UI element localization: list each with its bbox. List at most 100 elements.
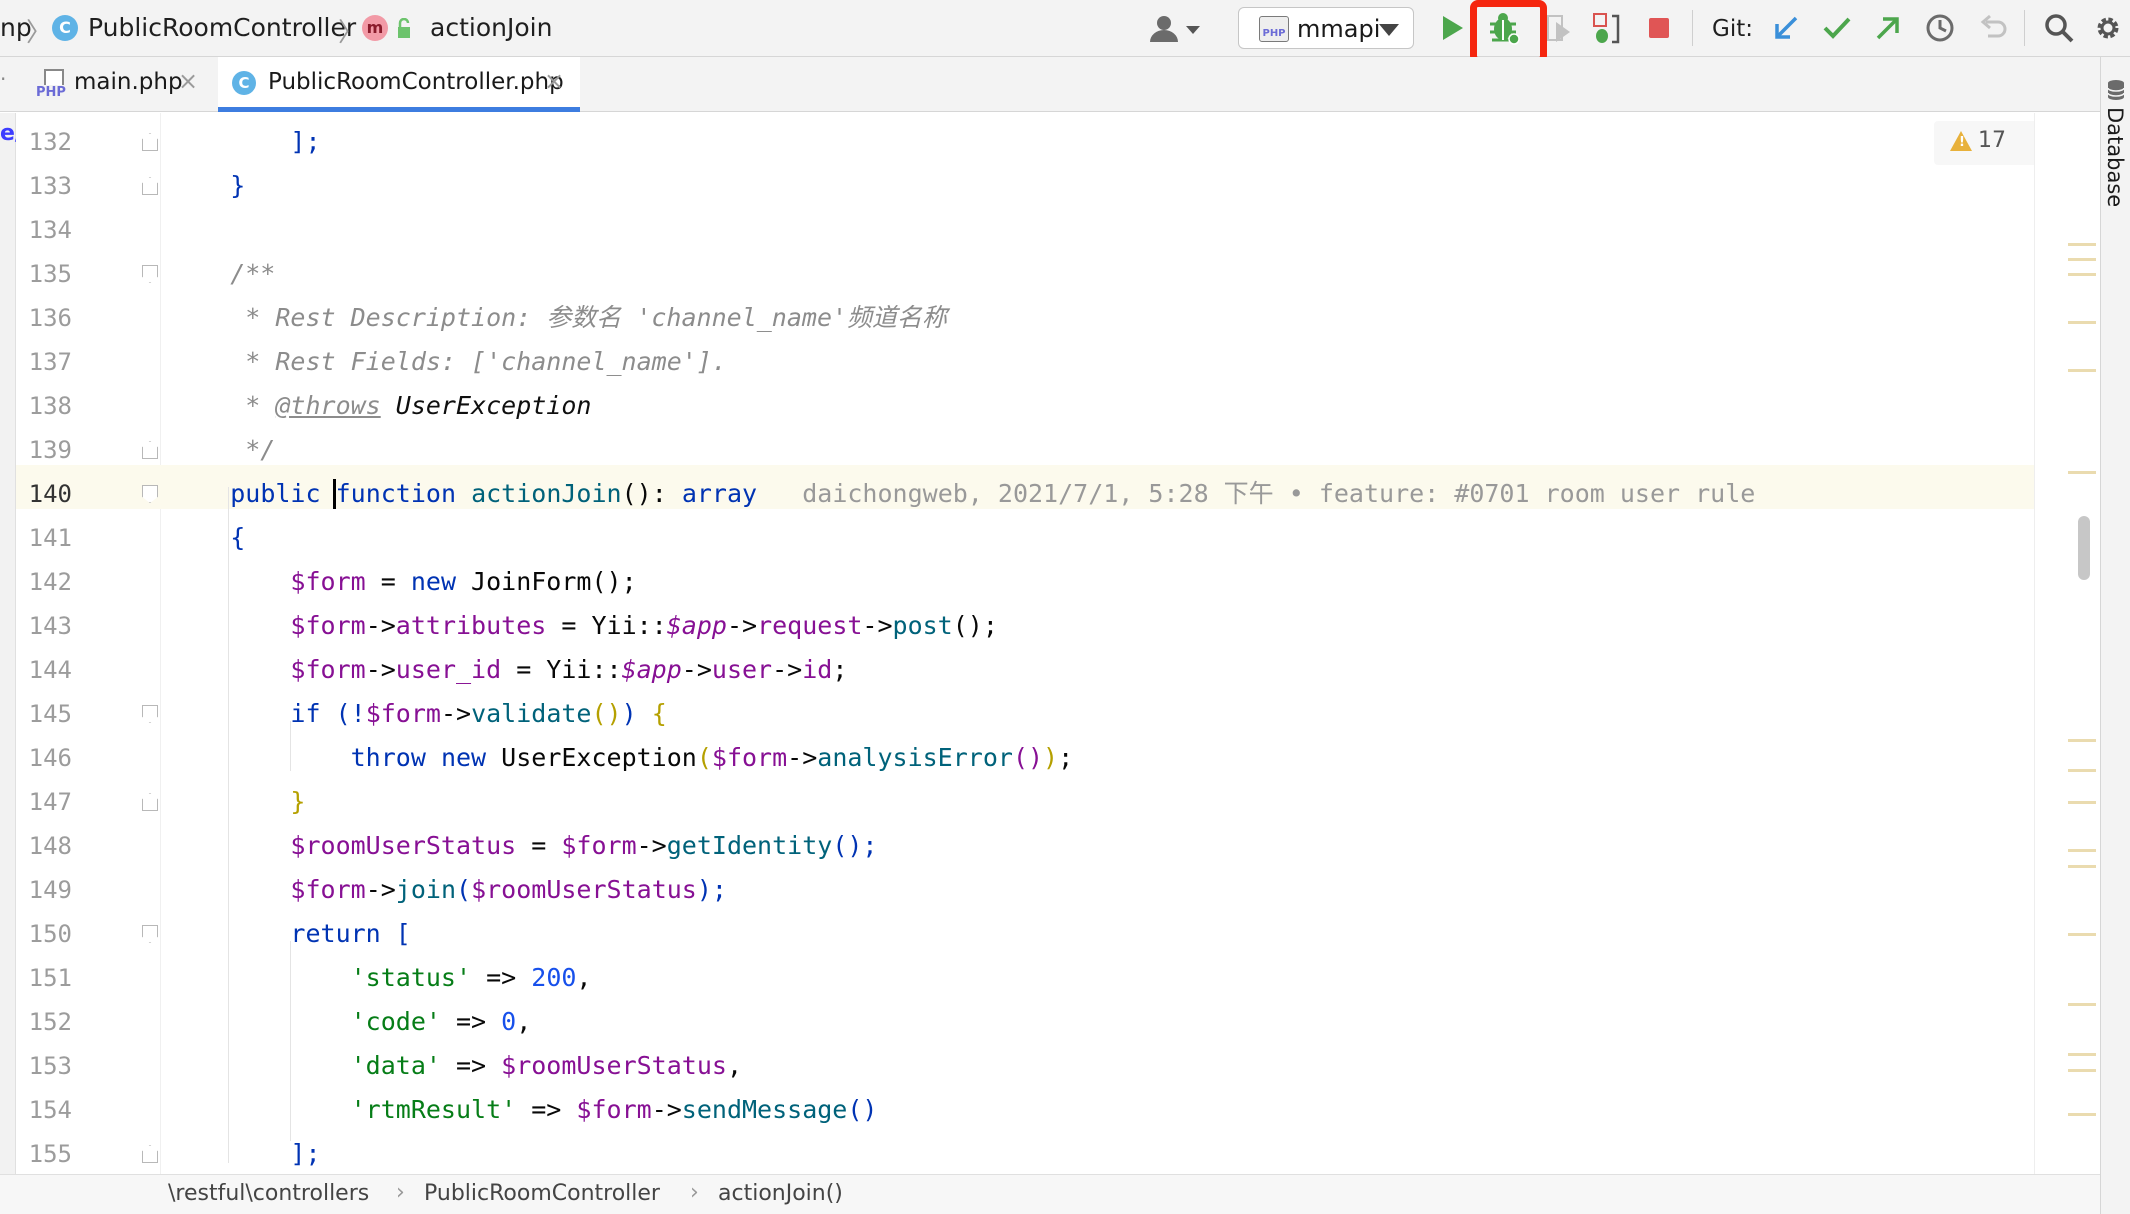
code-line-155[interactable]: ];: [170, 1132, 320, 1174]
error-stripe-mark[interactable]: [2068, 321, 2096, 324]
git-update-icon[interactable]: [1772, 14, 1800, 42]
line-number[interactable]: 152: [16, 1000, 72, 1044]
line-number[interactable]: 147: [16, 780, 72, 824]
database-panel-tab[interactable]: Database: [2103, 107, 2127, 207]
fold-open-icon[interactable]: [142, 705, 158, 723]
error-stripe-mark[interactable]: [2068, 739, 2096, 742]
error-stripe-mark[interactable]: [2068, 1113, 2096, 1116]
breadcrumb-class[interactable]: PublicRoomController: [88, 13, 356, 43]
error-stripe-mark[interactable]: [2068, 865, 2096, 868]
line-number[interactable]: 149: [16, 868, 72, 912]
code-line-153[interactable]: 'data' => $roomUserStatus,: [170, 1044, 742, 1088]
rollback-icon[interactable]: [1978, 14, 2008, 42]
error-stripe-mark[interactable]: [2068, 1069, 2096, 1072]
fold-close-icon[interactable]: [142, 441, 158, 459]
breadcrumb-method[interactable]: actionJoin(): [718, 1181, 843, 1206]
code-line-149[interactable]: $form->join($roomUserStatus);: [170, 868, 727, 912]
line-number[interactable]: 154: [16, 1088, 72, 1132]
code-line-141[interactable]: {: [170, 516, 245, 560]
fold-close-icon[interactable]: [142, 177, 158, 195]
code-line-144[interactable]: $form->user_id = Yii::$app->user->id;: [170, 648, 847, 692]
scrollbar-thumb[interactable]: [2078, 516, 2090, 580]
breadcrumb-class[interactable]: PublicRoomController: [424, 1181, 660, 1206]
fold-open-icon[interactable]: [142, 485, 158, 503]
breadcrumb-namespace[interactable]: \restful\controllers: [168, 1181, 369, 1206]
code-line-133[interactable]: }: [170, 164, 245, 208]
code-line-146[interactable]: throw new UserException($form->analysisE…: [170, 736, 1074, 780]
history-icon[interactable]: [1925, 13, 1955, 43]
fold-open-icon[interactable]: [142, 925, 158, 943]
line-number[interactable]: 150: [16, 912, 72, 956]
line-number[interactable]: 151: [16, 956, 72, 1000]
fold-close-icon[interactable]: [142, 1145, 158, 1163]
run-configuration-select[interactable]: PHP mmapi: [1238, 7, 1414, 49]
error-stripe-mark[interactable]: [2068, 273, 2096, 276]
line-number[interactable]: 134: [16, 208, 72, 252]
line-number[interactable]: 142: [16, 560, 72, 604]
line-number[interactable]: 141: [16, 516, 72, 560]
git-push-icon[interactable]: [1874, 14, 1902, 42]
code-line-145[interactable]: if (!$form->validate()) {: [170, 692, 666, 736]
line-number[interactable]: 133: [16, 164, 72, 208]
line-number[interactable]: 155: [16, 1132, 72, 1174]
error-stripe-mark[interactable]: [2068, 369, 2096, 372]
error-stripe-mark[interactable]: [2068, 243, 2096, 246]
error-stripe-mark[interactable]: [2068, 1053, 2096, 1056]
line-number[interactable]: 144: [16, 648, 72, 692]
fold-open-icon[interactable]: [142, 265, 158, 283]
code-line-136[interactable]: * Rest Description: 参数名 'channel_name'频道…: [170, 296, 947, 340]
code-editor[interactable]: e/ 132 133 134 135 136 137 138 139 140 141 142 143 1…: [0, 113, 2100, 1174]
git-commit-icon[interactable]: [1822, 14, 1852, 42]
line-number[interactable]: 143: [16, 604, 72, 648]
search-icon[interactable]: [2044, 13, 2074, 43]
error-stripe-mark[interactable]: [2068, 769, 2096, 772]
code-line-137[interactable]: * Rest Fields: ['channel_name'].: [170, 340, 727, 384]
code-line-148[interactable]: $roomUserStatus = $form->getIdentity();: [170, 824, 877, 868]
attach-debugger-icon[interactable]: [1592, 12, 1622, 46]
fold-close-icon[interactable]: [142, 133, 158, 151]
code-line-151[interactable]: 'status' => 200,: [170, 956, 592, 1000]
user-account-icon[interactable]: [1148, 14, 1204, 44]
line-number[interactable]: 145: [16, 692, 72, 736]
code-line-143[interactable]: $form->attributes = Yii::$app->request->…: [170, 604, 997, 648]
close-icon[interactable]: ×: [544, 67, 564, 95]
breadcrumb-method[interactable]: actionJoin: [430, 13, 552, 43]
line-number[interactable]: 148: [16, 824, 72, 868]
line-number[interactable]: 132: [16, 120, 72, 164]
line-number[interactable]: 146: [16, 736, 72, 780]
code-line-132[interactable]: ];: [170, 120, 320, 164]
gear-icon[interactable]: [2094, 13, 2124, 43]
tab-main-php[interactable]: PHP main.php ×: [24, 57, 204, 112]
code-line-142[interactable]: $form = new JoinForm();: [170, 560, 636, 604]
run-with-coverage-icon[interactable]: [1546, 12, 1572, 46]
code-line-152[interactable]: 'code' => 0,: [170, 1000, 532, 1044]
run-icon[interactable]: [1440, 14, 1466, 42]
error-stripe-mark[interactable]: [2068, 849, 2096, 852]
code-line-135[interactable]: /**: [170, 252, 275, 296]
error-stripe-mark[interactable]: [2068, 1003, 2096, 1006]
line-number[interactable]: 153: [16, 1044, 72, 1088]
tab-scroll-left-icon[interactable]: ·: [0, 67, 6, 91]
line-number[interactable]: 136: [16, 296, 72, 340]
code-line-139[interactable]: */: [170, 428, 275, 472]
line-number[interactable]: 139: [16, 428, 72, 472]
error-stripe-mark[interactable]: [2068, 933, 2096, 936]
code-line-138[interactable]: * @throws UserException: [170, 384, 591, 428]
code-line-140[interactable]: public function actionJoin(): array daic…: [170, 472, 1755, 516]
line-number[interactable]: 135: [16, 252, 72, 296]
line-number[interactable]: 138: [16, 384, 72, 428]
tab-publicroomcontroller-php[interactable]: C PublicRoomController.php ×: [218, 57, 580, 112]
line-number[interactable]: 137: [16, 340, 72, 384]
close-icon[interactable]: ×: [178, 67, 198, 95]
code-line-147[interactable]: }: [170, 780, 305, 824]
fold-close-icon[interactable]: [142, 793, 158, 811]
stop-icon[interactable]: [1648, 17, 1670, 39]
code-line-150[interactable]: return [: [170, 912, 410, 956]
code-line-154[interactable]: 'rtmResult' => $form->sendMessage(): [170, 1088, 878, 1132]
error-stripe-mark[interactable]: [2068, 258, 2096, 261]
database-icon[interactable]: [2107, 79, 2125, 101]
error-stripe-mark[interactable]: [2068, 471, 2096, 474]
error-stripe-mark[interactable]: [2068, 801, 2096, 804]
method-icon: m: [362, 15, 388, 41]
line-number[interactable]: 140: [16, 472, 72, 516]
